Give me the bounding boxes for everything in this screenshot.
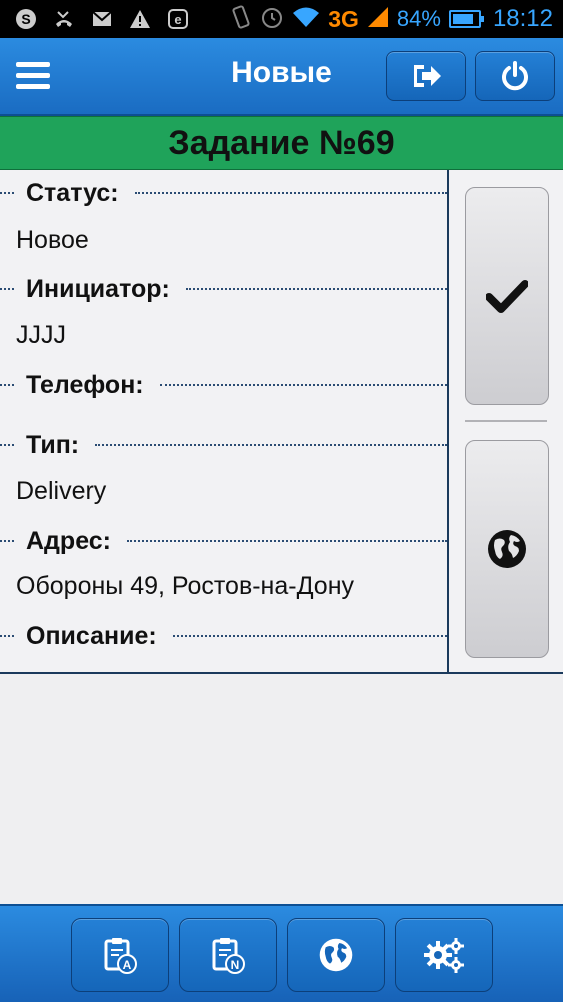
wifi-icon — [292, 6, 320, 33]
logout-button[interactable] — [386, 51, 466, 101]
address-label-row: Адрес: — [0, 526, 447, 556]
divider — [465, 420, 547, 422]
status-value: Новое — [16, 226, 89, 254]
initiator-label: Инициатор: — [26, 274, 170, 303]
svg-text:e: e — [174, 12, 181, 27]
battery-fill — [452, 14, 473, 24]
clock: 18:12 — [492, 5, 553, 32]
app-header: Новые — [0, 38, 563, 116]
description-label: Описание: — [26, 621, 157, 650]
logout-icon — [414, 65, 441, 87]
status-label-row: Статус: — [0, 178, 447, 208]
warning-icon — [128, 7, 152, 31]
type-label-row: Тип: — [0, 430, 447, 460]
svg-text:N: N — [231, 958, 240, 972]
skype-icon: S — [14, 7, 38, 31]
task-details: Статус: Новое Инициатор: JJJJ Телефон: Т… — [0, 170, 449, 674]
gmail-icon — [90, 7, 114, 31]
type-label: Тип: — [26, 430, 80, 459]
side-actions — [449, 170, 563, 674]
svg-text:S: S — [21, 11, 30, 27]
power-button[interactable] — [475, 51, 555, 101]
clipboard-a-icon: A — [104, 938, 137, 974]
tasks-accepted-button[interactable]: A — [71, 918, 169, 992]
system-icons: 3G 84% 18:12 — [230, 4, 553, 34]
address-label: Адрес: — [26, 526, 111, 555]
clipboard-n-icon: N — [212, 938, 245, 974]
globe-icon — [488, 530, 526, 568]
accept-button[interactable] — [465, 187, 549, 405]
gears-icon — [424, 938, 464, 973]
status-label: Статус: — [26, 178, 119, 207]
settings-button[interactable] — [395, 918, 493, 992]
e-icon: e — [166, 7, 190, 31]
power-icon — [502, 61, 528, 91]
signal-icon — [367, 6, 389, 33]
initiator-value: JJJJ — [16, 321, 66, 349]
checkmark-icon — [486, 280, 528, 313]
description-label-row: Описание: — [0, 621, 447, 651]
network-type: 3G — [328, 5, 359, 32]
svg-text:A: A — [123, 958, 132, 972]
tasks-new-button[interactable]: N — [179, 918, 277, 992]
task-title: Задание №69 — [0, 116, 563, 171]
type-value: Delivery — [16, 477, 107, 505]
bottom-nav: A N — [0, 904, 563, 1002]
map-button[interactable] — [465, 440, 549, 658]
alarm-icon — [260, 5, 284, 34]
address-value: Обороны 49, Ростов-на-Дону — [16, 572, 355, 600]
notification-icons: S e — [14, 7, 190, 31]
initiator-label-row: Инициатор: — [0, 274, 447, 304]
battery-icon — [448, 10, 484, 28]
phone-label: Телефон: — [26, 370, 144, 399]
missed-call-icon — [52, 7, 76, 31]
phone-label-row: Телефон: — [0, 370, 447, 400]
status-bar: S e 3G 84% 18:12 — [0, 0, 563, 38]
battery-percent: 84% — [396, 6, 441, 31]
globe-icon — [319, 938, 353, 972]
map-nav-button[interactable] — [287, 918, 385, 992]
vibrate-icon — [230, 4, 252, 34]
